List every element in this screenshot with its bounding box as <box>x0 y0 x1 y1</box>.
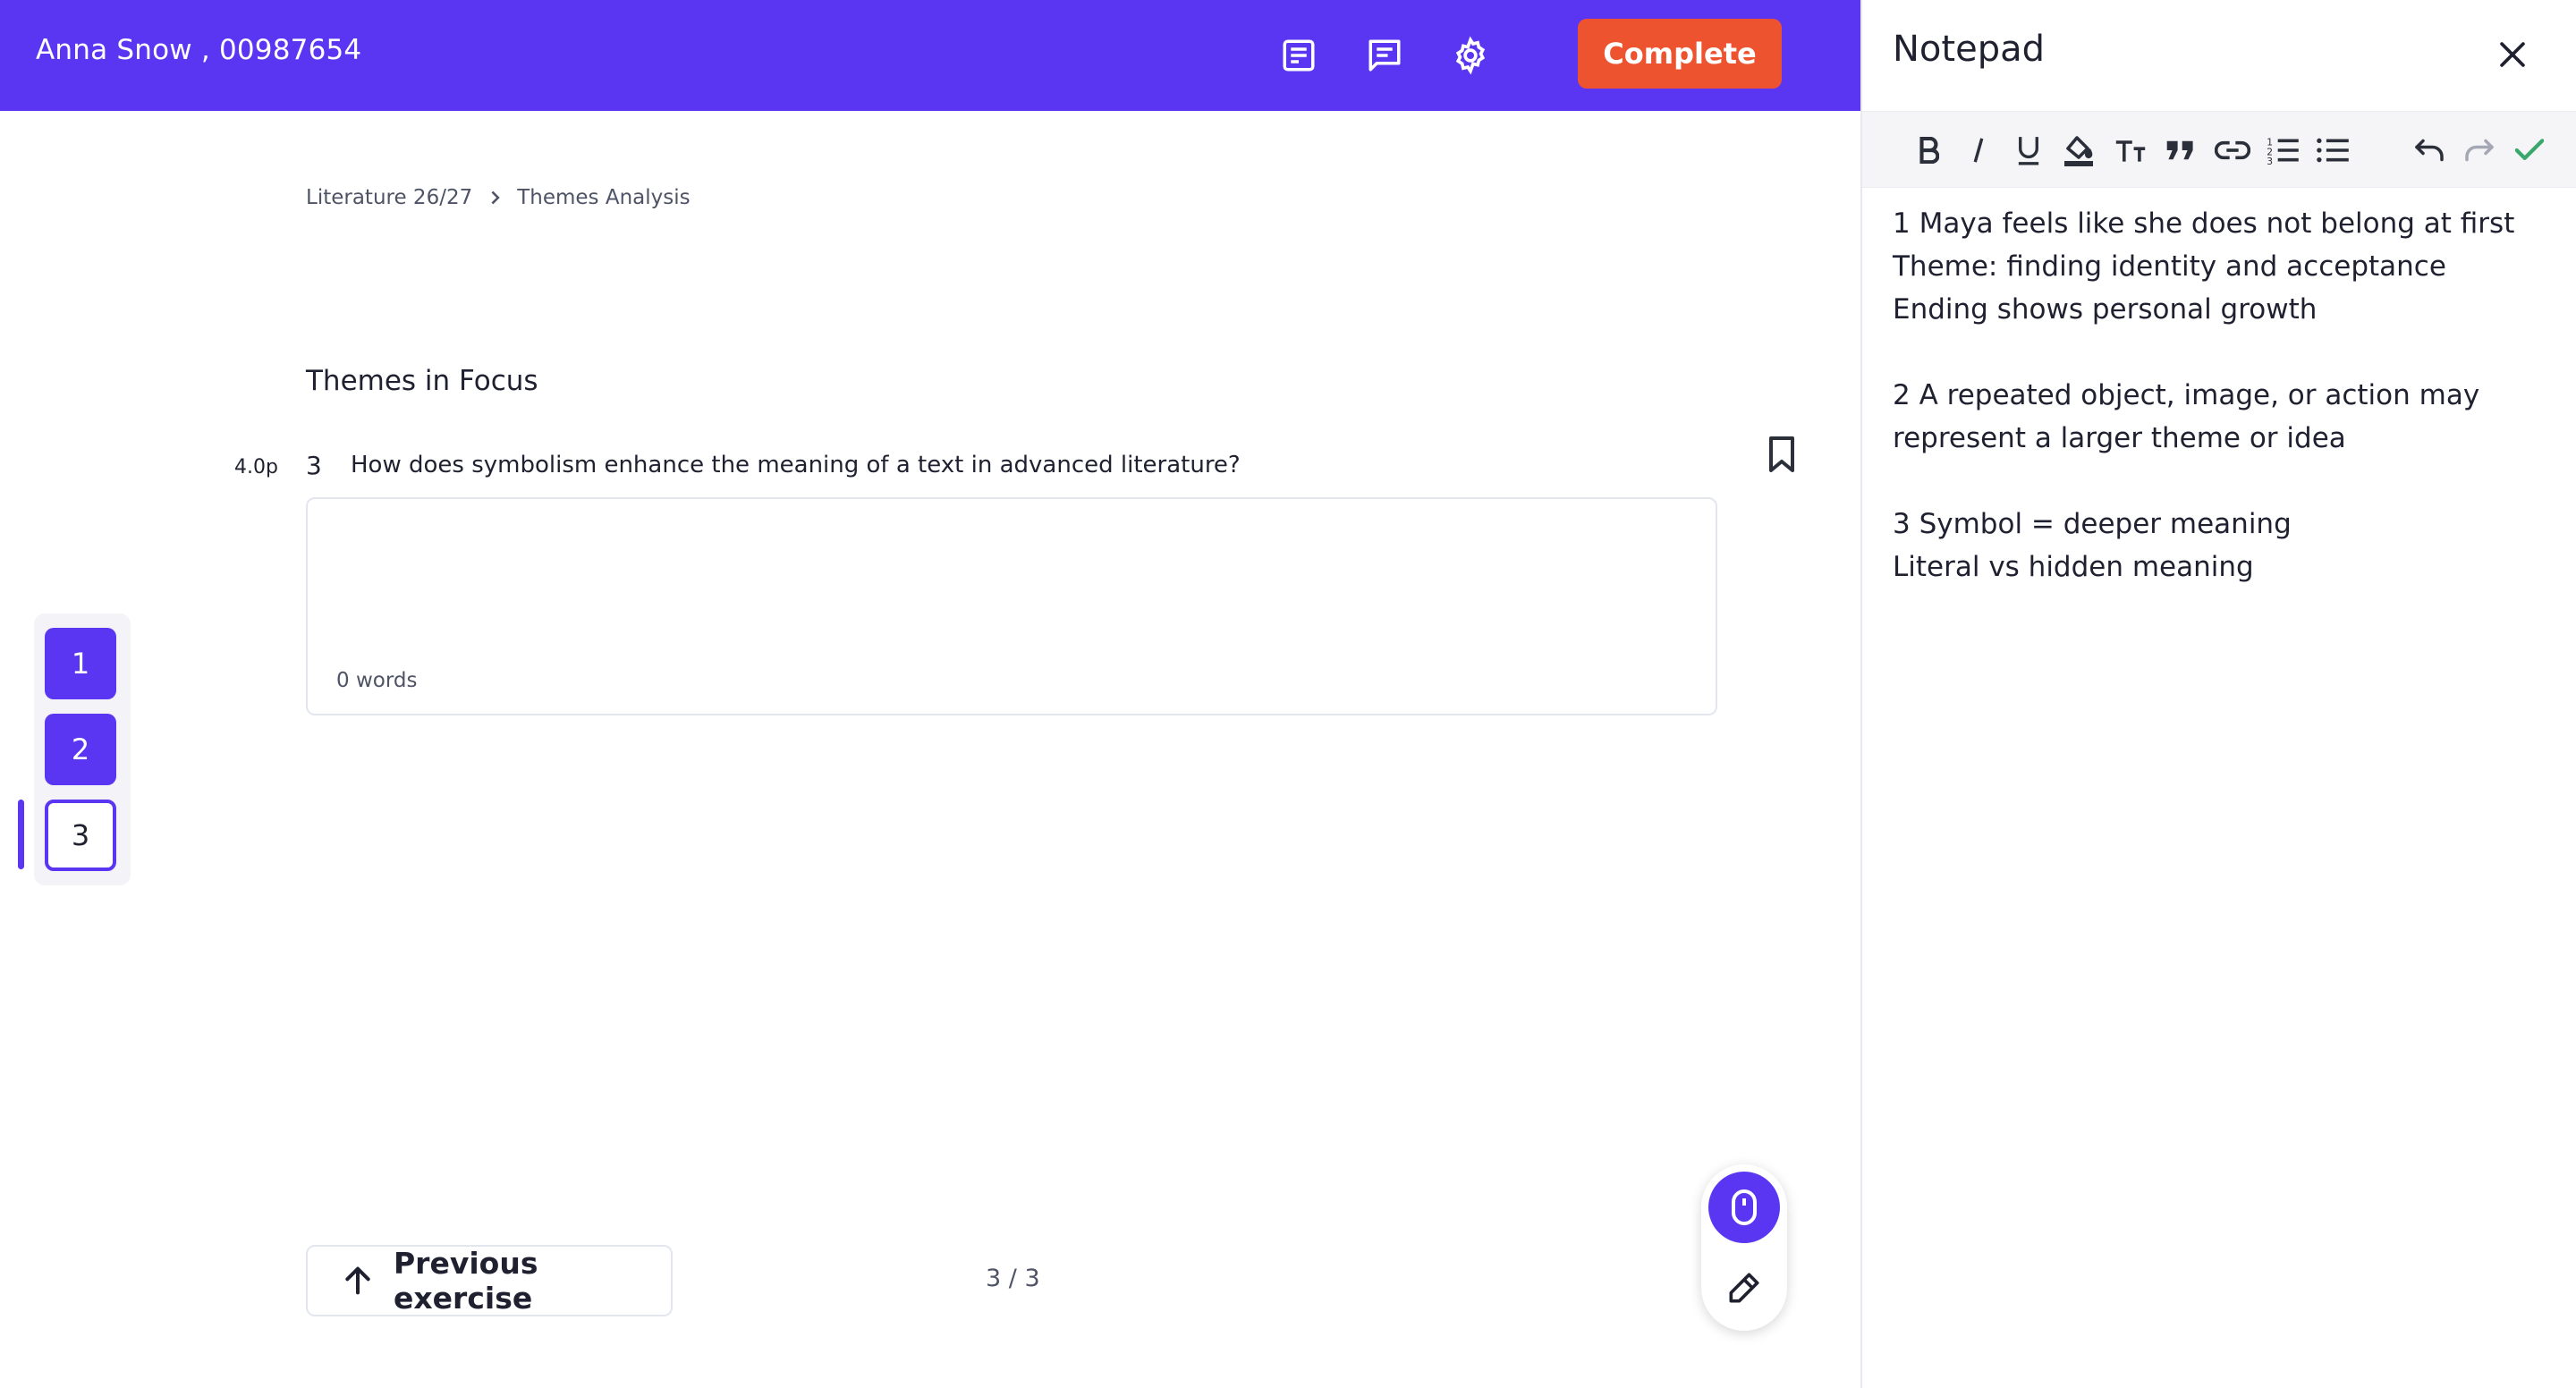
ordered-list-icon[interactable]: 123 <box>2263 131 2302 170</box>
note-line: Literal vs hidden meaning <box>1893 551 2254 583</box>
highlight-icon[interactable] <box>2059 131 2098 170</box>
settings-icon[interactable] <box>1445 30 1496 80</box>
question-nav-item-3[interactable]: 3 <box>45 800 116 871</box>
svg-text:3: 3 <box>2267 156 2273 165</box>
note-line: 2 A repeated object, image, or action ma… <box>1893 379 2480 411</box>
question-number: 3 <box>306 451 322 480</box>
link-icon[interactable] <box>2213 131 2252 170</box>
section-title: Themes in Focus <box>306 365 538 397</box>
notepad-panel: Notepad 123 1 Maya feels like she does n… <box>1860 0 2576 1388</box>
pen-icon[interactable] <box>1708 1252 1780 1324</box>
notepad-toolbar: 123 <box>1862 111 2576 188</box>
note-line: Ending shows personal growth <box>1893 293 2318 326</box>
note-blank-line <box>1893 460 2555 503</box>
complete-button[interactable]: Complete <box>1578 19 1782 89</box>
note-line: represent a larger theme or idea <box>1893 422 2346 454</box>
italic-icon[interactable] <box>1959 131 1998 170</box>
close-icon[interactable] <box>2488 30 2537 79</box>
breadcrumb-course[interactable]: Literature 26/27 <box>306 186 472 209</box>
question-nav-item-2[interactable]: 2 <box>45 714 116 785</box>
note-line: 3 Symbol = deeper meaning <box>1893 508 2292 540</box>
breadcrumb: Literature 26/27 Themes Analysis <box>306 186 691 209</box>
bold-icon[interactable] <box>1909 131 1948 170</box>
redo-icon[interactable] <box>2460 131 2499 170</box>
notes-icon[interactable] <box>1274 30 1324 80</box>
note-line: Theme: finding identity and acceptance <box>1893 250 2446 283</box>
question-nav: 1 2 3 <box>34 614 131 885</box>
question-text: How does symbolism enhance the meaning o… <box>351 452 1241 478</box>
note-blank-line <box>1893 331 2555 374</box>
bullet-list-icon[interactable] <box>2313 131 2352 170</box>
previous-exercise-label: Previous exercise <box>394 1246 538 1316</box>
question-nav-item-1[interactable]: 1 <box>45 628 116 699</box>
current-question-indicator <box>18 800 24 869</box>
undo-icon[interactable] <box>2410 131 2449 170</box>
top-header: Anna Snow , 00987654 Complete <box>0 0 1860 111</box>
student-name: Anna Snow , 00987654 <box>36 34 362 66</box>
underline-icon[interactable] <box>2009 131 2048 170</box>
bookmark-icon[interactable] <box>1764 435 1800 474</box>
word-count: 0 words <box>336 669 418 692</box>
chevron-right-icon <box>488 190 501 206</box>
notepad-content[interactable]: 1 Maya feels like she does not belong at… <box>1893 202 2555 588</box>
page-count: 3 / 3 <box>986 1265 1040 1292</box>
note-line: 1 Maya feels like she does not belong at… <box>1893 207 2515 240</box>
text-size-icon[interactable] <box>2111 131 2150 170</box>
question-points: 4.0p <box>234 456 278 478</box>
chat-icon[interactable] <box>1360 30 1410 80</box>
mouse-icon[interactable] <box>1708 1172 1780 1243</box>
notepad-title: Notepad <box>1893 29 2045 70</box>
breadcrumb-page: Themes Analysis <box>517 186 691 209</box>
tool-switcher <box>1701 1164 1787 1331</box>
confirm-icon[interactable] <box>2510 131 2549 170</box>
answer-input[interactable] <box>308 499 1716 669</box>
answer-box: 0 words <box>306 497 1717 715</box>
arrow-up-icon <box>340 1263 376 1299</box>
previous-exercise-button[interactable]: Previous exercise <box>306 1245 673 1316</box>
quote-icon[interactable] <box>2161 131 2200 170</box>
